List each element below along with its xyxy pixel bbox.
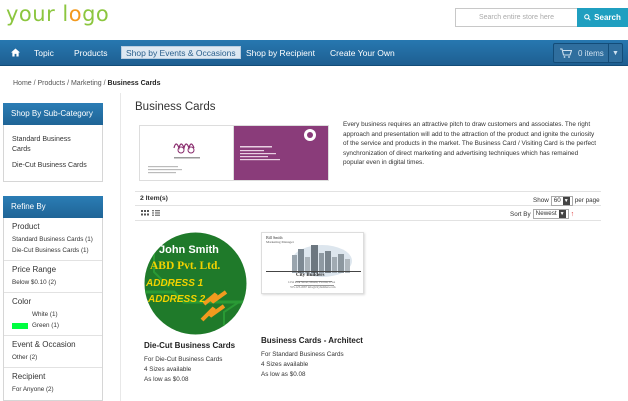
subcategory-link-diecut[interactable]: Die-Cut Business Cards <box>4 161 102 171</box>
product-sizes: 4 Sizes available <box>144 365 192 373</box>
banner-card-purple <box>234 126 328 180</box>
filter-option[interactable]: Die-Cut Business Cards (1) <box>12 245 102 256</box>
product-image[interactable]: Bill Smith Marketing Manager City Builde… <box>261 232 364 294</box>
search-bar: Search entire store here Search <box>455 8 628 27</box>
product-price: As low as $0.08 <box>261 370 306 378</box>
sort-label: Sort By <box>510 210 531 218</box>
filter-price-range: Price Range Below $0.10 (2) <box>4 260 102 292</box>
logo-text-2: o <box>68 2 83 26</box>
card-art-address2: ADDRESS 2 <box>148 294 206 305</box>
product-image[interactable]: John Smith ABD Pvt. Ltd. ADDRESS 1 ADDRE… <box>144 232 247 335</box>
product-sizes: 4 Sizes available <box>261 360 309 368</box>
banner-card-white <box>140 126 234 180</box>
view-mode-switcher <box>141 210 160 216</box>
refine-panel: Product Standard Business Cards (1) Die-… <box>3 218 103 401</box>
product-card: John Smith ABD Pvt. Ltd. ADDRESS 1 ADDRE… <box>144 232 254 385</box>
card-art-company: City Builders <box>296 273 325 278</box>
filter-title: Recipient <box>12 372 46 381</box>
breadcrumb: Home / Products / Marketing / Business C… <box>13 80 160 87</box>
sort-select[interactable]: Newest ▼ <box>532 209 569 219</box>
filter-option[interactable]: Other (2) <box>12 352 102 363</box>
card-art-title: Marketing Manager <box>266 240 294 244</box>
business-card-art <box>240 129 316 161</box>
category-description: Every business requires an attractive pi… <box>343 121 597 167</box>
show-label: Show <box>533 197 549 204</box>
main-nav: Topic Products Shop by Events & Occasion… <box>0 40 628 66</box>
page-title: Business Cards <box>135 101 216 113</box>
business-card-art <box>148 143 200 174</box>
search-input[interactable]: Search entire store here <box>455 8 577 27</box>
cart-icon <box>560 48 572 58</box>
filter-title: Product <box>12 222 40 231</box>
product-category: For Die-Cut Business Cards <box>144 355 223 363</box>
logo[interactable]: your logo <box>6 2 109 26</box>
nav-topic[interactable]: Topic <box>34 40 54 66</box>
card-art-address: 1234 Park Street, Miami, Florida, USA <box>288 280 336 284</box>
subcategory-panel: Standard Business Cards Die-Cut Business… <box>3 125 103 182</box>
category-banner <box>139 125 329 181</box>
cart-button[interactable]: 0 items ▼ <box>553 43 623 63</box>
refine-heading: Refine By <box>3 196 103 218</box>
search-button[interactable]: Search <box>577 8 628 27</box>
product-card: Bill Smith Marketing Manager City Builde… <box>261 232 366 380</box>
card-art-contact: 555-123-4567 info@citybuilders.com <box>290 285 336 289</box>
nav-shop-by-recipient[interactable]: Shop by Recipient <box>246 40 315 66</box>
sort-value: Newest <box>535 210 557 217</box>
toolbar-divider <box>135 220 601 221</box>
search-icon <box>584 14 591 21</box>
filter-option[interactable]: Below $0.10 (2) <box>12 277 102 288</box>
nav-create-your-own[interactable]: Create Your Own <box>330 40 395 66</box>
filter-option: Green (1) <box>32 322 59 329</box>
per-page-control: Show 60 ▼ per page <box>533 194 600 207</box>
per-page-value: 60 <box>553 196 561 204</box>
logo-text-1: your l <box>6 2 69 26</box>
product-category: For Standard Business Cards <box>261 350 344 358</box>
card-art-company: ABD Pvt. Ltd. <box>150 260 221 272</box>
chevron-down-icon[interactable]: ▼ <box>608 44 622 62</box>
column-divider <box>120 93 121 401</box>
filter-event: Event & Occasion Other (2) <box>4 335 102 367</box>
per-page-select[interactable]: 60 ▼ <box>550 195 573 206</box>
breadcrumb-path[interactable]: Home / Products / Marketing / <box>13 80 106 87</box>
filter-title: Price Range <box>12 265 57 274</box>
card-art-name: John Smith <box>159 244 219 256</box>
filter-color: Color White (1) Green (1) <box>4 292 102 335</box>
filter-option[interactable]: Standard Business Cards (1) <box>12 234 102 245</box>
per-page-label: per page <box>574 197 600 204</box>
item-count: 2 Item(s) <box>140 195 168 202</box>
sort-direction-icon[interactable]: ↑ <box>571 211 575 218</box>
products-toolbar: 2 Item(s) Show 60 ▼ per page <box>135 191 601 206</box>
cart-count: 0 items <box>578 48 604 58</box>
nav-products[interactable]: Products <box>74 40 108 66</box>
logo-text-3: go <box>82 2 110 26</box>
grid-view-icon[interactable] <box>141 210 149 216</box>
color-swatch-green <box>12 322 28 329</box>
filter-product: Product Standard Business Cards (1) Die-… <box>4 218 102 260</box>
filter-option[interactable]: For Anyone (2) <box>12 384 102 395</box>
filter-recipient: Recipient For Anyone (2) <box>4 367 102 399</box>
sort-control: Sort By Newest ▼ ↑ <box>510 209 574 219</box>
subcategory-link-standard[interactable]: Standard Business Cards <box>4 135 80 155</box>
product-name[interactable]: Die-Cut Business Cards <box>144 341 254 351</box>
subcategory-heading: Shop By Sub-Category <box>3 103 103 125</box>
home-icon[interactable] <box>11 48 20 57</box>
breadcrumb-current: Business Cards <box>107 80 161 87</box>
color-option-white[interactable]: White (1) <box>12 309 102 320</box>
card-art-address1: ADDRESS 1 <box>146 278 204 289</box>
color-swatch-white <box>12 311 28 318</box>
filter-option: White (1) <box>32 311 58 318</box>
dropdown-arrow-icon: ▼ <box>562 196 570 205</box>
color-option-green[interactable]: Green (1) <box>12 320 102 331</box>
nav-shop-by-events[interactable]: Shop by Events & Occasions <box>121 46 241 59</box>
filter-title: Event & Occasion <box>12 340 76 349</box>
product-price: As low as $0.08 <box>144 375 189 383</box>
filter-title: Color <box>12 297 32 306</box>
dropdown-arrow-icon: ▼ <box>558 210 566 218</box>
search-button-label: Search <box>594 13 621 22</box>
list-view-icon[interactable] <box>152 210 160 216</box>
product-name[interactable]: Business Cards - Architect <box>261 336 366 346</box>
